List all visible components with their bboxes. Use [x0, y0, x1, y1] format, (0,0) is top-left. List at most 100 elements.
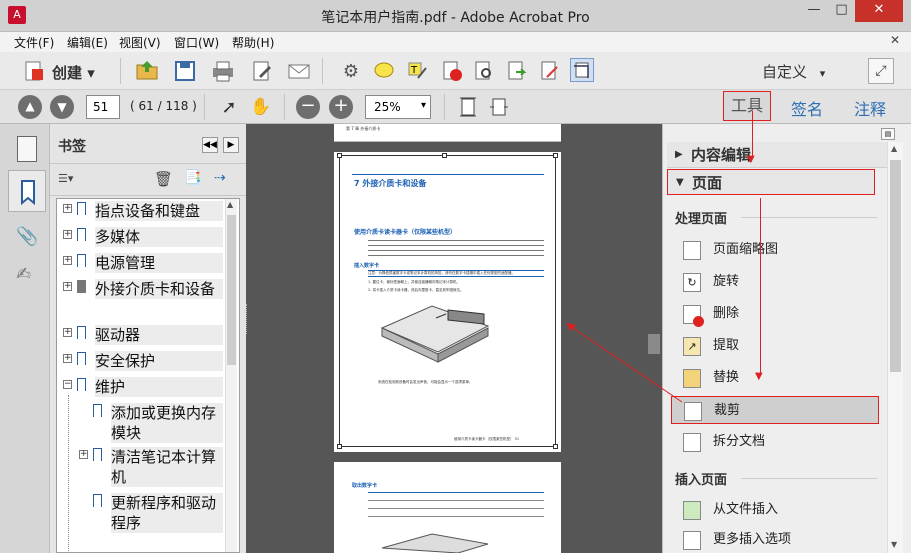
new-bookmark-icon[interactable]: 📑: [184, 170, 201, 186]
bookmark-item[interactable]: 驱动器: [95, 325, 223, 345]
bookmark-icon: [77, 228, 86, 241]
menu-help[interactable]: 帮助(H): [232, 34, 274, 51]
split-document-tool[interactable]: 拆分文档: [677, 428, 877, 456]
zoom-select[interactable]: 25% ▾: [365, 95, 431, 119]
expand-toggle[interactable]: +: [63, 328, 72, 337]
tool-label: 裁剪: [714, 403, 741, 418]
zoom-in-button[interactable]: +: [329, 95, 353, 119]
bookmark-item[interactable]: 更新程序和驱动程序: [111, 493, 223, 533]
hand-tool-icon[interactable]: ✋: [249, 95, 273, 119]
tab-tools[interactable]: 工具: [723, 91, 771, 121]
scroll-up-icon[interactable]: ▲: [227, 200, 233, 209]
rotate-tool[interactable]: ↻ 旋转: [677, 268, 877, 296]
select-cursor-icon[interactable]: ➚: [217, 95, 241, 119]
sign-document-icon[interactable]: [538, 59, 562, 83]
next-page-button[interactable]: ▼: [50, 95, 74, 119]
maximize-button[interactable]: □: [828, 0, 855, 22]
crop-handle[interactable]: [442, 153, 447, 158]
page-splitter-handle[interactable]: [246, 304, 250, 334]
crop-handle[interactable]: [337, 153, 342, 158]
bookmarks-rail-icon[interactable]: [8, 170, 46, 212]
tab-sign[interactable]: 签名: [791, 96, 823, 120]
settings-gear-icon[interactable]: ⚙: [339, 59, 363, 83]
print-icon[interactable]: [211, 59, 235, 83]
create-button[interactable]: 创建 ▾: [52, 62, 95, 83]
replace-tool[interactable]: 替换: [677, 364, 877, 392]
menu-file[interactable]: 文件(F): [14, 34, 54, 51]
page-thumbnails-icon[interactable]: [17, 136, 37, 162]
menu-edit[interactable]: 编辑(E): [67, 34, 108, 51]
tool-label: 从文件插入: [713, 502, 779, 517]
delete-tool[interactable]: 删除: [677, 300, 877, 328]
navigation-toolbar: ▲ ▼ ( 61 / 118 ) ➚ ✋ − + 25% ▾ 工具 签名 注释: [0, 90, 911, 124]
expand-toggle[interactable]: +: [63, 230, 72, 239]
expand-bookmark-icon[interactable]: ⇢: [214, 170, 226, 186]
more-insert-options-tool[interactable]: 更多插入选项: [677, 526, 877, 550]
panel-scrollbar[interactable]: ▲ ▼: [887, 142, 903, 553]
bookmark-item[interactable]: 电源管理: [95, 253, 223, 273]
page-number-input[interactable]: [86, 95, 120, 119]
bookmark-item[interactable]: 外接介质卡和设备: [95, 279, 223, 299]
extract-tool[interactable]: ↗ 提取: [677, 332, 877, 360]
expand-toggle[interactable]: +: [63, 282, 72, 291]
email-icon[interactable]: [287, 59, 311, 83]
split-icon: [683, 433, 701, 452]
page-thumbnails-tool[interactable]: 页面缩略图: [677, 236, 877, 264]
bookmark-item[interactable]: 指点设备和键盘: [95, 201, 223, 221]
bookmark-item[interactable]: 多媒体: [95, 227, 223, 247]
crop-tool-icon[interactable]: [570, 58, 594, 82]
menu-view[interactable]: 视图(V): [119, 34, 161, 51]
export-icon[interactable]: [505, 59, 529, 83]
insert-from-file-tool[interactable]: 从文件插入: [677, 496, 877, 524]
bookmark-item[interactable]: 维护: [95, 377, 223, 397]
annotation-arrow: [760, 198, 761, 376]
search-document-icon[interactable]: [472, 59, 496, 83]
pages-header[interactable]: ▼ 页面: [667, 169, 875, 195]
bookmark-item[interactable]: 清洁笔记本计算机: [111, 447, 223, 487]
close-button[interactable]: ✕: [855, 0, 903, 22]
crop-handle[interactable]: [553, 153, 558, 158]
open-icon[interactable]: [135, 58, 159, 82]
expand-toggle[interactable]: +: [79, 450, 88, 459]
previous-page-button[interactable]: ▲: [18, 95, 42, 119]
fit-width-icon[interactable]: [487, 95, 511, 119]
save-icon[interactable]: [173, 59, 197, 83]
crop-handle[interactable]: [553, 444, 558, 449]
scrollbar-thumb[interactable]: [227, 215, 236, 365]
tool-label: 替换: [713, 370, 740, 385]
trash-icon[interactable]: 🗑: [154, 170, 173, 188]
crop-tool[interactable]: 裁剪: [671, 396, 879, 424]
highlight-text-icon[interactable]: T: [405, 59, 429, 83]
zoom-out-button[interactable]: −: [296, 95, 320, 119]
scrollbar-thumb[interactable]: [890, 160, 901, 372]
bookmark-item[interactable]: 添加或更换内存模块: [111, 403, 223, 443]
edit-document-icon[interactable]: [250, 59, 274, 83]
options-menu-icon[interactable]: ☰▾: [58, 172, 82, 188]
bookmark-item[interactable]: 安全保护: [95, 351, 223, 371]
expand-toggle[interactable]: +: [63, 354, 72, 363]
expand-icon[interactable]: ⤢: [868, 58, 894, 84]
page-count: ( 61 / 118 ): [130, 99, 197, 113]
expand-toggle[interactable]: +: [63, 204, 72, 213]
attachments-icon[interactable]: 📎: [16, 226, 38, 247]
collapse-toggle[interactable]: −: [63, 380, 72, 389]
delete-page-icon[interactable]: [440, 59, 464, 83]
bookmarks-scrollbar[interactable]: ▲: [225, 199, 237, 552]
scroll-down-icon[interactable]: ▼: [891, 540, 897, 549]
fit-page-icon[interactable]: [456, 95, 480, 119]
crop-handle[interactable]: [337, 444, 342, 449]
expand-panel-icon[interactable]: ▶: [223, 137, 239, 153]
content-edit-header[interactable]: ▶ 内容编辑: [667, 142, 887, 168]
panel-options-icon[interactable]: ▤: [881, 128, 895, 140]
customize-dropdown[interactable]: 自定义 ▾: [762, 61, 825, 82]
signatures-icon[interactable]: ✍: [16, 264, 31, 285]
page-footer: 使用介质卡读卡器卡（仅限某些机型） 51: [454, 437, 520, 441]
minimize-button[interactable]: —: [800, 0, 828, 22]
scroll-up-icon[interactable]: ▲: [891, 144, 897, 153]
collapse-panel-icon[interactable]: ◀◀: [202, 137, 218, 153]
close-document-icon[interactable]: ✕: [890, 33, 900, 47]
comment-icon[interactable]: [372, 59, 396, 83]
menu-window[interactable]: 窗口(W): [174, 34, 219, 51]
tab-comment[interactable]: 注释: [854, 96, 886, 120]
expand-toggle[interactable]: +: [63, 256, 72, 265]
